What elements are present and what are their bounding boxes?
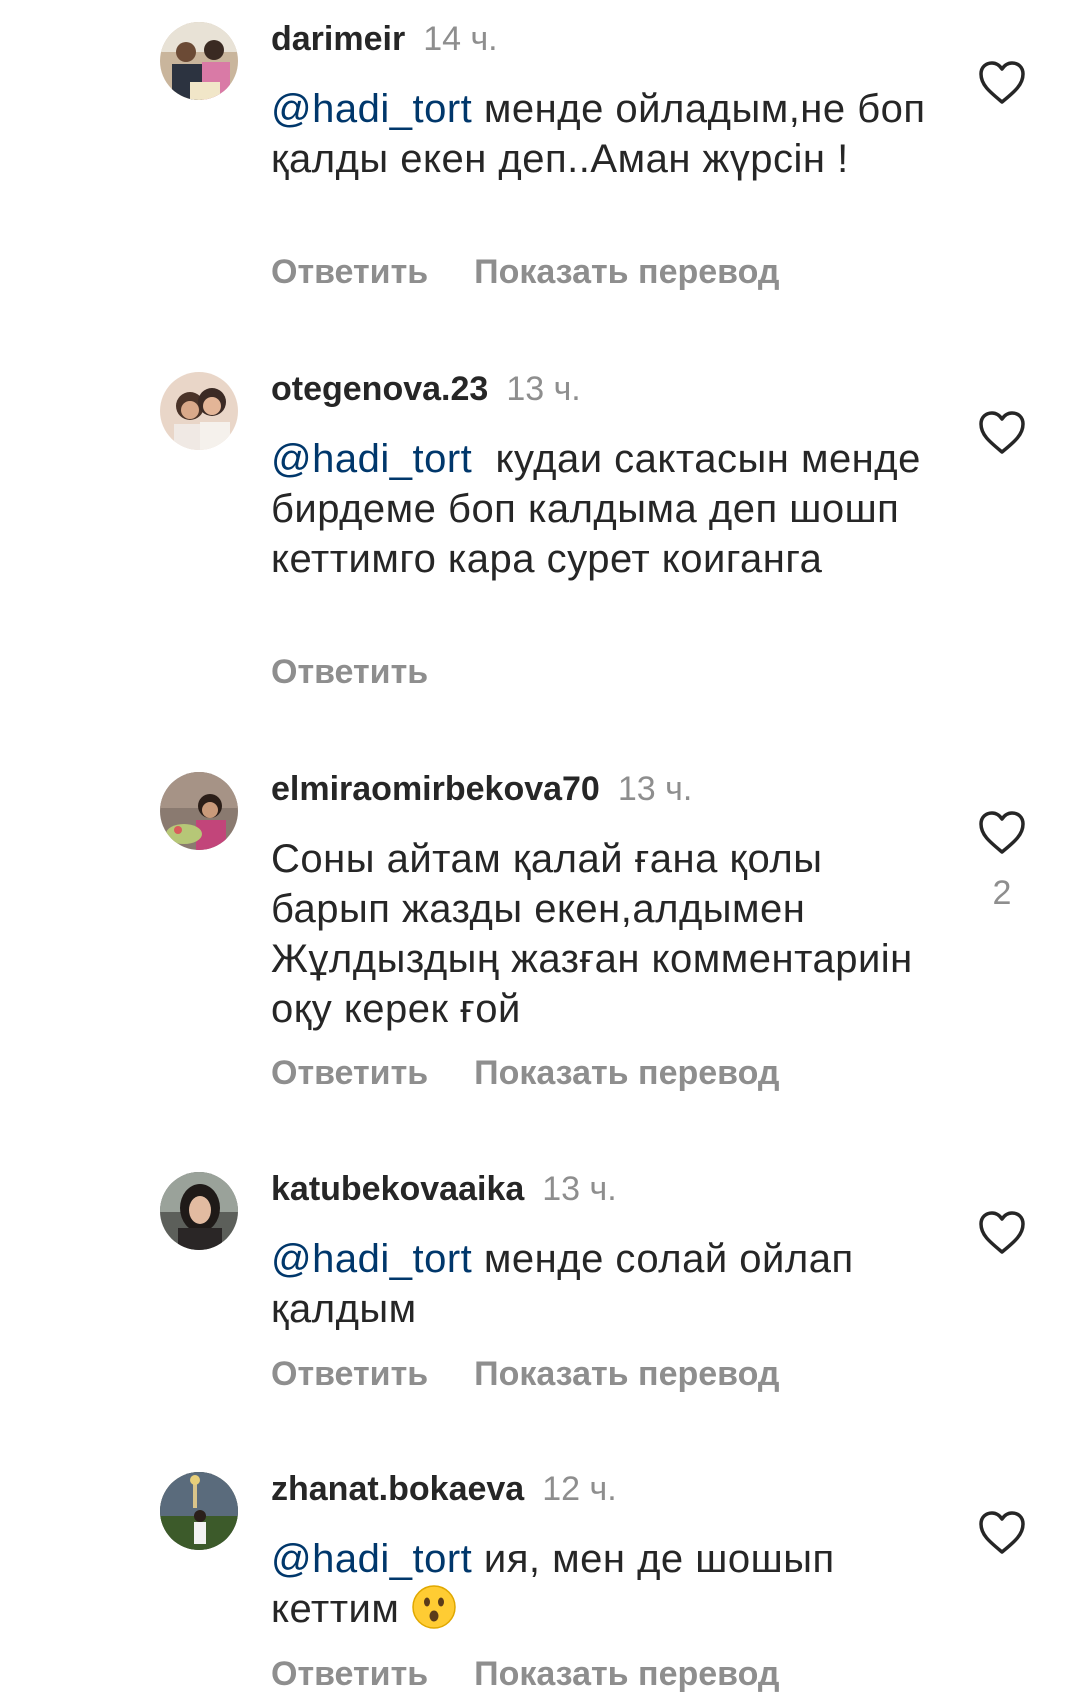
username[interactable]: zhanat.bokaeva — [271, 1470, 524, 1508]
heart-outline-icon[interactable] — [978, 1510, 1026, 1556]
heart-outline-icon[interactable] — [978, 810, 1026, 856]
comment-meta: katubekovaaika 13 ч. — [271, 1164, 617, 1214]
comment-actions: Ответить Показать перевод — [271, 1349, 780, 1399]
timestamp: 13 ч. — [542, 1170, 617, 1208]
username[interactable]: elmiraomirbekova70 — [271, 770, 600, 808]
comment-meta: zhanat.bokaeva 12 ч. — [271, 1464, 617, 1514]
comment-actions: Ответить Показать перевод — [271, 1649, 780, 1699]
reply-button[interactable]: Ответить — [271, 1655, 428, 1693]
hushed-face-emoji — [411, 1584, 457, 1630]
mention-link[interactable]: @hadi_tort — [271, 1237, 472, 1281]
comment-actions: Ответить — [271, 647, 428, 697]
avatar[interactable] — [160, 372, 238, 450]
username[interactable]: otegenova.23 — [271, 370, 488, 408]
username[interactable]: darimeir — [271, 20, 405, 58]
show-translation-button[interactable]: Показать перевод — [474, 253, 779, 291]
timestamp: 13 ч. — [506, 370, 581, 408]
comment-meta: otegenova.23 13 ч. — [271, 364, 581, 414]
timestamp: 12 ч. — [542, 1470, 617, 1508]
avatar[interactable] — [160, 1172, 238, 1250]
reply-button[interactable]: Ответить — [271, 1355, 428, 1393]
comment-actions: Ответить Показать перевод — [271, 247, 780, 297]
timestamp: 13 ч. — [617, 770, 693, 808]
heart-outline-icon[interactable] — [978, 60, 1026, 106]
mention-link[interactable]: @hadi_tort — [271, 87, 472, 131]
comment-body-text: Соны айтам қалай ғана қолы барып жазды е… — [271, 837, 913, 1031]
comment-meta: darimeir 14 ч. — [271, 14, 498, 64]
reply-button[interactable]: Ответить — [271, 653, 428, 691]
comment-text: @hadi_tort кудаи сактасын менде бирдеме … — [271, 434, 931, 584]
heart-outline-icon[interactable] — [978, 1210, 1026, 1256]
heart-outline-icon[interactable] — [978, 410, 1026, 456]
like-count: 2 — [992, 874, 1012, 912]
comment-text: @hadi_tort менде солай ойлап қалдым — [271, 1234, 931, 1334]
avatar[interactable] — [160, 1472, 238, 1550]
comment-meta: elmiraomirbekova70 13 ч. — [271, 764, 692, 814]
comment-text: @hadi_tort менде ойладым,не боп қалды ек… — [271, 84, 931, 184]
reply-button[interactable]: Ответить — [271, 253, 428, 291]
show-translation-button[interactable]: Показать перевод — [474, 1054, 779, 1092]
mention-link[interactable]: @hadi_tort — [271, 1537, 472, 1581]
mention-link[interactable]: @hadi_tort — [271, 437, 472, 481]
comment-text: Соны айтам қалай ғана қолы барып жазды е… — [271, 834, 931, 1034]
comment-text: @hadi_tort ия, мен де шошып кеттим — [271, 1534, 931, 1634]
comment-actions: Ответить Показать перевод — [271, 1048, 780, 1098]
avatar[interactable] — [160, 22, 238, 100]
timestamp: 14 ч. — [423, 20, 498, 58]
show-translation-button[interactable]: Показать перевод — [474, 1655, 779, 1693]
reply-button[interactable]: Ответить — [271, 1054, 428, 1092]
username[interactable]: katubekovaaika — [271, 1170, 524, 1208]
show-translation-button[interactable]: Показать перевод — [474, 1355, 779, 1393]
avatar[interactable] — [160, 772, 238, 850]
